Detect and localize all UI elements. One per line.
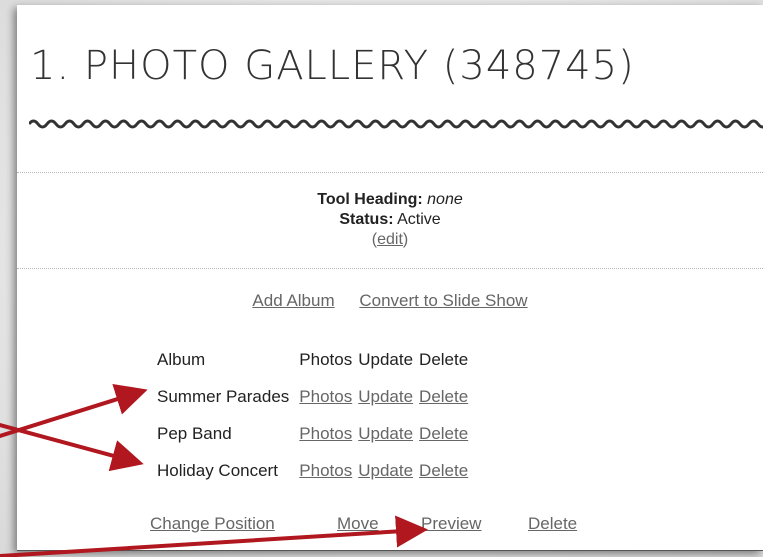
albums-table: Album Photos Update Delete Summer Parade… <box>157 341 474 489</box>
edit-paren-close: ) <box>402 231 409 248</box>
update-link[interactable]: Update <box>358 387 413 406</box>
tool-heading-line: Tool Heading: none <box>17 190 763 210</box>
wavy-divider <box>29 119 763 129</box>
album-name: Holiday Concert <box>157 460 278 480</box>
tool-heading-value: none <box>427 191 463 208</box>
photos-link[interactable]: Photos <box>299 424 352 443</box>
photos-link[interactable]: Photos <box>299 461 352 480</box>
tool-info: Tool Heading: none Status: Active (edit) <box>17 190 763 250</box>
delete-link[interactable]: Delete <box>419 387 468 406</box>
convert-slideshow-link[interactable]: Convert to Slide Show <box>359 291 527 310</box>
delete-link[interactable]: Delete <box>419 424 468 443</box>
album-name: Summer Parades <box>157 386 290 406</box>
header-album: Album <box>157 349 206 369</box>
page-title: 1. PHOTO GALLERY (348745) <box>30 43 635 89</box>
dotted-divider-top <box>17 172 763 173</box>
move-link[interactable]: Move <box>337 514 379 534</box>
dotted-divider-bottom <box>17 268 763 269</box>
preview-link[interactable]: Preview <box>421 514 481 534</box>
edit-line: (edit) <box>17 230 763 250</box>
update-link[interactable]: Update <box>358 461 413 480</box>
header-photos: Photos <box>299 349 353 369</box>
table-row: Pep Band Photos Update Delete <box>157 415 474 452</box>
delete-link[interactable]: Delete <box>419 461 468 480</box>
add-album-link[interactable]: Add Album <box>252 291 334 310</box>
status-label: Status: <box>339 211 394 228</box>
photos-link[interactable]: Photos <box>299 387 352 406</box>
status-line: Status: Active <box>17 210 763 230</box>
update-link[interactable]: Update <box>358 424 413 443</box>
table-row: Summer Parades Photos Update Delete <box>157 378 474 415</box>
gallery-panel: 1. PHOTO GALLERY (348745) Tool Heading: … <box>17 5 763 551</box>
header-delete: Delete <box>419 349 469 369</box>
tool-heading-label: Tool Heading: <box>317 191 423 208</box>
header-update: Update <box>358 349 414 369</box>
edit-link[interactable]: edit <box>377 231 403 248</box>
table-row: Holiday Concert Photos Update Delete <box>157 452 474 489</box>
album-toolbar: Add Album Convert to Slide Show <box>17 291 763 311</box>
table-header-row: Album Photos Update Delete <box>157 341 474 378</box>
change-position-link[interactable]: Change Position <box>150 514 275 534</box>
album-name: Pep Band <box>157 423 232 443</box>
status-value: Active <box>397 211 441 228</box>
delete-tool-link[interactable]: Delete <box>528 514 577 534</box>
